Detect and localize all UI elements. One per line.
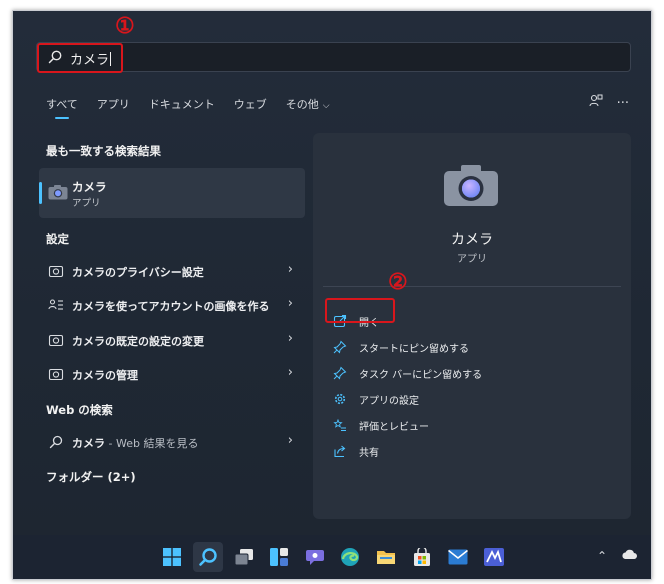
chevron-right-icon: ›: [287, 433, 293, 448]
gear-icon: [334, 393, 346, 405]
best-match-heading: 最も一致する検索結果: [46, 144, 161, 158]
search-icon: [49, 435, 63, 449]
panel-toolbar: ···: [589, 94, 629, 112]
divider: [323, 286, 621, 287]
search-icon[interactable]: [193, 542, 223, 572]
more-icon[interactable]: ···: [617, 96, 629, 111]
taskbar: ⌃: [13, 535, 651, 579]
camera-app-icon: [444, 165, 498, 206]
setting-item-default-camera[interactable]: カメラの既定の設定の変更 ›: [39, 325, 305, 355]
chevron-right-icon: ›: [287, 365, 293, 380]
action-pin-start[interactable]: スタートにピン留めする: [329, 337, 529, 359]
chevron-right-icon: ›: [287, 296, 293, 311]
setting-item-label: カメラの既定の設定の変更: [72, 335, 204, 348]
camera-small-icon: [48, 334, 64, 347]
mail-icon[interactable]: [443, 542, 473, 572]
account-switch-icon[interactable]: [589, 94, 603, 112]
setting-item-manage-camera[interactable]: カメラの管理 ›: [39, 359, 305, 389]
tab-more[interactable]: その他 ⌵: [286, 97, 330, 119]
edge-icon[interactable]: [335, 542, 365, 572]
search-input[interactable]: カメラ: [36, 42, 631, 72]
app-icon[interactable]: [479, 542, 509, 572]
search-panel: カメラ ① すべて アプリ ドキュメント ウェブ その他 ⌵ ··· 最も一致する…: [13, 11, 651, 535]
setting-item-label: カメラの管理: [72, 369, 138, 382]
share-icon: [334, 445, 346, 458]
action-rate-review[interactable]: 評価とレビュー: [329, 415, 489, 437]
best-match-camera[interactable]: カメラ アプリ: [39, 168, 305, 218]
action-app-settings[interactable]: アプリの設定: [329, 389, 489, 411]
web-search-label: カメラ - Web 結果を見る: [72, 437, 199, 450]
web-search-heading: Web の検索: [46, 403, 113, 417]
best-match-name: カメラ: [72, 180, 107, 194]
annotation-box-open: [325, 298, 395, 323]
detail-app-name: カメラ: [451, 232, 493, 248]
annotation-number-1: ①: [115, 13, 135, 39]
teams-chat-icon[interactable]: [300, 542, 330, 572]
action-pin-taskbar-label: タスク バーにピン留めする: [359, 370, 483, 381]
action-share[interactable]: 共有: [329, 441, 449, 463]
app-detail-panel: カメラ アプリ 開く スタートにピン留めする タスク バーにピン留めする アプリ…: [313, 133, 631, 519]
annotation-number-2: ②: [388, 269, 408, 295]
action-rate-review-label: 評価とレビュー: [359, 422, 429, 433]
widgets-icon[interactable]: [264, 542, 294, 572]
system-tray: ⌃: [597, 549, 637, 563]
best-match-type: アプリ: [72, 198, 101, 209]
settings-heading: 設定: [46, 232, 69, 246]
tab-all[interactable]: すべて: [46, 97, 78, 119]
pin-icon: [333, 366, 347, 380]
action-pin-taskbar[interactable]: タスク バーにピン留めする: [329, 363, 529, 385]
account-list-icon: [48, 299, 63, 310]
detail-app-type: アプリ: [457, 254, 487, 265]
task-view-icon[interactable]: [229, 542, 259, 572]
setting-item-account-picture[interactable]: カメラを使ってアカウントの画像を作る ›: [39, 290, 305, 320]
camera-small-icon: [48, 265, 64, 278]
setting-item-label: カメラを使ってアカウントの画像を作る: [72, 300, 270, 313]
folders-heading[interactable]: フォルダー (2+): [46, 469, 136, 485]
windows-start-icon[interactable]: [157, 542, 187, 572]
chevron-up-icon[interactable]: ⌃: [597, 549, 607, 563]
screenshot-frame: カメラ ① すべて アプリ ドキュメント ウェブ その他 ⌵ ··· 最も一致する…: [12, 10, 652, 580]
chevron-right-icon: ›: [287, 331, 293, 346]
tab-web[interactable]: ウェブ: [234, 97, 267, 119]
chevron-down-icon: ⌵: [322, 101, 330, 111]
star-icon: [333, 418, 346, 431]
camera-small-icon: [48, 368, 64, 381]
file-explorer-icon[interactable]: [371, 542, 401, 572]
setting-item-camera-privacy[interactable]: カメラのプライバシー設定 ›: [39, 256, 305, 286]
camera-icon: [48, 185, 68, 200]
action-pin-start-label: スタートにピン留めする: [359, 344, 469, 355]
selection-indicator: [39, 182, 42, 204]
annotation-box-search: [37, 43, 123, 73]
action-share-label: 共有: [359, 448, 379, 459]
tab-apps[interactable]: アプリ: [97, 97, 130, 119]
web-search-item[interactable]: カメラ - Web 結果を見る ›: [39, 427, 305, 457]
chevron-right-icon: ›: [287, 262, 293, 277]
onedrive-icon[interactable]: [621, 549, 637, 563]
setting-item-label: カメラのプライバシー設定: [72, 266, 204, 279]
store-icon[interactable]: [407, 542, 437, 572]
action-app-settings-label: アプリの設定: [359, 396, 419, 407]
tab-documents[interactable]: ドキュメント: [149, 97, 215, 119]
filter-tabs: すべて アプリ ドキュメント ウェブ その他 ⌵: [46, 97, 349, 121]
pin-icon: [333, 340, 347, 354]
